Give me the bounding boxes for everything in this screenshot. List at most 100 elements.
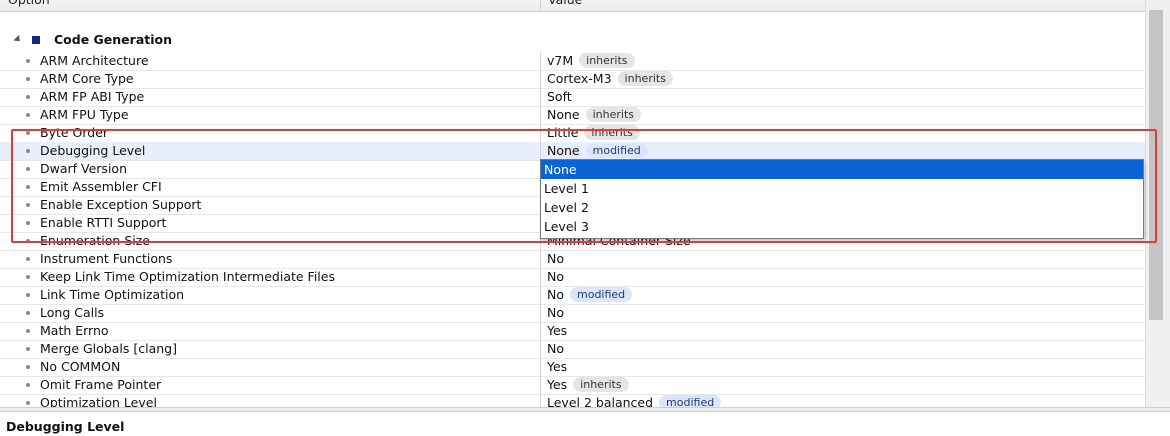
option-name: Debugging Level — [40, 143, 146, 158]
bullet-icon — [26, 167, 30, 171]
option-value-text: v7M — [547, 53, 574, 68]
option-row[interactable]: Merge Globals [clang] No — [0, 340, 1145, 359]
option-row[interactable]: Link Time Optimization No modified — [0, 286, 1145, 305]
status-badge: inherits — [584, 125, 640, 140]
status-badge: modified — [570, 287, 633, 302]
dropdown-option[interactable]: Level 2 — [541, 198, 1143, 217]
description-title: Debugging Level — [6, 419, 125, 434]
bullet-icon — [26, 401, 30, 405]
bullet-icon — [26, 95, 30, 99]
group-square-icon — [32, 36, 40, 44]
option-value-text: Yes — [547, 323, 568, 338]
option-value[interactable]: None inherits — [540, 106, 1145, 124]
option-name: Merge Globals [clang] — [40, 341, 177, 356]
option-row[interactable]: ARM FPU Type None inherits — [0, 106, 1145, 125]
option-row[interactable]: Math Errno Yes — [0, 322, 1145, 341]
scrollbar-thumb[interactable] — [1149, 10, 1163, 320]
option-name: No COMMON — [40, 359, 121, 374]
bullet-icon — [26, 131, 30, 135]
status-badge: inherits — [617, 71, 673, 86]
option-value-text: None — [547, 107, 580, 122]
status-badge: inherits — [585, 107, 642, 122]
bullet-icon — [26, 149, 30, 153]
bullet-icon — [26, 275, 30, 279]
option-value[interactable]: No — [540, 268, 1145, 286]
option-name: ARM FP ABI Type — [40, 89, 145, 104]
bullet-icon — [26, 293, 30, 297]
status-badge: modified — [659, 395, 722, 407]
option-name: Emit Assembler CFI — [40, 179, 162, 194]
option-name: Keep Link Time Optimization Intermediate… — [40, 269, 335, 284]
option-name: Dwarf Version — [40, 161, 127, 176]
description-panel: Debugging Level — [0, 411, 1170, 436]
option-value[interactable]: Soft — [540, 88, 1145, 106]
option-row[interactable]: ARM FP ABI Type Soft — [0, 88, 1145, 107]
option-value[interactable]: Yes inherits — [540, 376, 1145, 394]
option-name: Long Calls — [40, 305, 105, 320]
bullet-icon — [26, 239, 30, 243]
bullet-icon — [26, 365, 30, 369]
option-name: Omit Frame Pointer — [40, 377, 162, 392]
option-name: Instrument Functions — [40, 251, 173, 266]
bullet-icon — [26, 113, 30, 117]
dropdown-option[interactable]: Level 3 — [541, 217, 1143, 236]
vertical-scrollbar[interactable] — [1145, 0, 1170, 407]
option-value-text: Yes — [547, 359, 568, 374]
option-name: Optimization Level — [40, 395, 157, 407]
bullet-icon — [26, 77, 30, 81]
properties-panel: Option Value Code Generation ARM Archite… — [0, 0, 1170, 436]
option-value[interactable]: Level 2 balanced modified — [540, 394, 1145, 407]
option-row[interactable]: Keep Link Time Optimization Intermediate… — [0, 268, 1145, 287]
option-value-text: None — [547, 143, 580, 158]
option-name: Enumeration Size — [40, 233, 150, 248]
option-value[interactable]: Cortex-M3 inherits — [540, 70, 1145, 88]
option-value[interactable]: No modified — [540, 286, 1145, 304]
option-row[interactable]: Long Calls No — [0, 304, 1145, 323]
option-value-text: No — [547, 251, 564, 266]
option-name: ARM Core Type — [40, 71, 134, 86]
option-name: Link Time Optimization — [40, 287, 185, 302]
option-row[interactable]: No COMMON Yes — [0, 358, 1145, 377]
option-name: ARM FPU Type — [40, 107, 129, 122]
bullet-icon — [26, 257, 30, 261]
option-row[interactable]: Optimization Level Level 2 balanced modifi… — [0, 394, 1145, 407]
option-value[interactable]: None modified — [540, 142, 1145, 160]
status-badge: modified — [585, 143, 648, 158]
group-code-generation[interactable]: Code Generation — [0, 30, 1145, 50]
dropdown-option[interactable]: None — [541, 160, 1143, 179]
option-row[interactable]: Omit Frame Pointer Yes inherits — [0, 376, 1145, 395]
option-value[interactable]: Yes — [540, 322, 1145, 340]
option-row[interactable]: Instrument Functions No — [0, 250, 1145, 269]
option-value-text: No — [547, 305, 564, 320]
option-column-header[interactable]: Option — [0, 0, 541, 11]
option-value[interactable]: Yes — [540, 358, 1145, 376]
option-value[interactable]: No — [540, 340, 1145, 358]
bullet-icon — [26, 203, 30, 207]
option-value-text: No — [547, 287, 564, 302]
group-title: Code Generation — [54, 32, 172, 47]
option-row[interactable]: ARM Core Type Cortex-M3 inherits — [0, 70, 1145, 89]
option-value-text: Level 2 balanced — [547, 395, 654, 407]
option-name: Enable RTTI Support — [40, 215, 167, 230]
option-name: Enable Exception Support — [40, 197, 202, 212]
option-value[interactable]: No — [540, 250, 1145, 268]
option-value-text: Yes — [547, 377, 568, 392]
option-name: Math Errno — [40, 323, 109, 338]
bullet-icon — [26, 185, 30, 189]
bullet-icon — [26, 221, 30, 225]
value-column-header[interactable]: Value — [540, 0, 1144, 11]
bullet-icon — [26, 347, 30, 351]
option-value[interactable]: No — [540, 304, 1145, 322]
option-value[interactable]: v7M inherits — [540, 52, 1145, 70]
option-name: Byte Order — [40, 125, 109, 140]
option-row[interactable]: Byte Order Little inherits — [0, 124, 1145, 143]
option-value-text: Little — [547, 125, 579, 140]
option-value[interactable]: Little inherits — [540, 124, 1145, 142]
bullet-icon — [26, 59, 30, 63]
option-value-text: No — [547, 341, 564, 356]
option-value-text: Soft — [547, 89, 572, 104]
option-row[interactable]: ARM Architecture v7M inherits — [0, 52, 1145, 71]
collapse-triangle-icon[interactable] — [13, 34, 23, 45]
debugging-level-dropdown-list[interactable]: None Level 1 Level 2 Level 3 — [540, 159, 1144, 239]
dropdown-option[interactable]: Level 1 — [541, 179, 1143, 198]
